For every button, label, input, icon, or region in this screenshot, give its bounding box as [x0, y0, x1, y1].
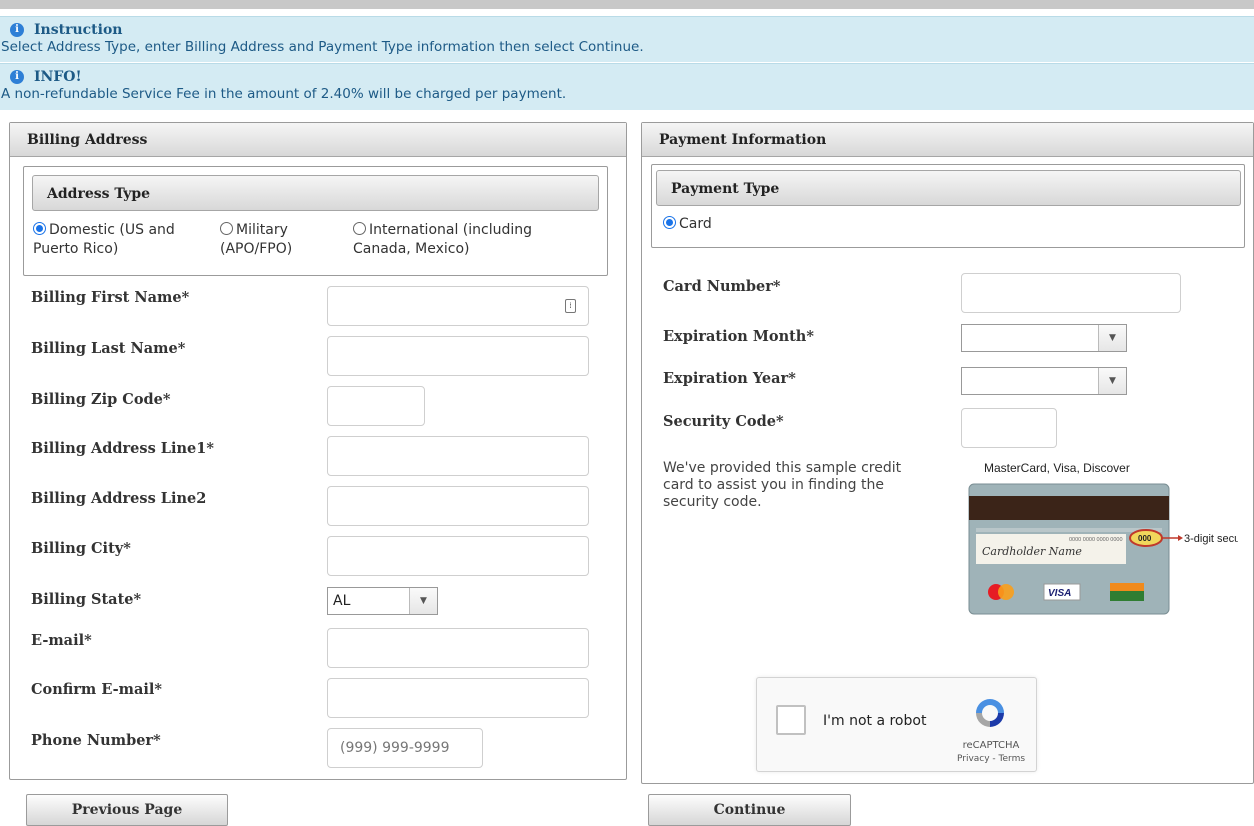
chevron-down-icon[interactable]: ▼	[409, 588, 437, 614]
recaptcha-brand: reCAPTCHA	[962, 740, 1020, 751]
billing-last-name-input[interactable]	[327, 336, 589, 376]
address-type-header: Address Type	[32, 175, 599, 211]
recaptcha-widget: I'm not a robot reCAPTCHA Privacy - Term…	[756, 677, 1037, 772]
sample-credit-card-image: MasterCard, Visa, Discover 0000 0000 000…	[968, 461, 1238, 615]
chevron-down-icon[interactable]: ▼	[1098, 368, 1126, 394]
expiration-month-label: Expiration Month*	[663, 328, 814, 345]
contact-card-icon[interactable]: ⁞	[565, 299, 576, 313]
billing-state-value: AL	[333, 593, 351, 609]
radio-unchecked-icon[interactable]	[353, 222, 366, 235]
card-brands-caption: MasterCard, Visa, Discover	[984, 461, 1130, 475]
info-icon: i	[10, 23, 24, 37]
chevron-down-icon[interactable]: ▼	[1098, 325, 1126, 351]
info-message: A non-refundable Service Fee in the amou…	[1, 86, 567, 102]
recaptcha-checkbox[interactable]	[776, 705, 806, 735]
billing-zip-label: Billing Zip Code*	[31, 391, 171, 408]
instruction-notice: i Instruction Select Address Type, enter…	[0, 16, 1254, 62]
radio-military[interactable]: Military (APO/FPO)	[220, 221, 292, 259]
expiration-year-label: Expiration Year*	[663, 370, 796, 387]
billing-address2-input[interactable]	[327, 486, 589, 526]
email-label: E-mail*	[31, 632, 92, 649]
billing-last-name-label: Billing Last Name*	[31, 340, 186, 357]
radio-checked-icon[interactable]	[663, 216, 676, 229]
recaptcha-privacy-terms[interactable]: Privacy - Terms	[946, 754, 1036, 764]
confirm-email-input[interactable]	[327, 678, 589, 718]
expiration-month-select[interactable]: ▼	[961, 324, 1127, 352]
visa-logo: VISA	[1048, 588, 1071, 599]
cvv-sample: 000	[1138, 534, 1152, 543]
billing-city-label: Billing City*	[31, 540, 131, 557]
billing-address1-input[interactable]	[327, 436, 589, 476]
recaptcha-logo-icon	[976, 699, 1004, 727]
card-number-input[interactable]	[961, 273, 1181, 313]
radio-card[interactable]: Card	[663, 215, 712, 234]
sample-card-description: We've provided this sample credit card t…	[663, 460, 902, 510]
billing-address-header: Billing Address	[10, 123, 626, 157]
billing-address2-label: Billing Address Line2	[31, 490, 207, 507]
card-number-label: Card Number*	[663, 278, 781, 295]
security-code-input[interactable]	[961, 408, 1057, 448]
info-title: INFO!	[34, 69, 82, 85]
radio-domestic[interactable]: Domestic (US and Puerto Rico)	[33, 221, 175, 259]
billing-address1-label: Billing Address Line1*	[31, 440, 214, 457]
recaptcha-label: I'm not a robot	[823, 713, 927, 729]
payment-information-header: Payment Information	[642, 123, 1253, 157]
radio-unchecked-icon[interactable]	[220, 222, 233, 235]
instruction-title: Instruction	[34, 22, 123, 38]
top-divider	[0, 0, 1254, 9]
cardholder-name: Cardholder Name	[982, 545, 1082, 558]
billing-state-label: Billing State*	[31, 591, 142, 608]
phone-label: Phone Number*	[31, 732, 161, 749]
payment-type-header: Payment Type	[656, 170, 1241, 206]
previous-page-button[interactable]: Previous Page	[26, 794, 228, 826]
expiration-year-select[interactable]: ▼	[961, 367, 1127, 395]
billing-first-name-label: Billing First Name*	[31, 289, 190, 306]
confirm-email-label: Confirm E-mail*	[31, 681, 163, 698]
billing-first-name-input[interactable]: ⁞	[327, 286, 589, 326]
phone-input[interactable]: (999) 999-9999	[327, 728, 483, 768]
email-input[interactable]	[327, 628, 589, 668]
radio-checked-icon[interactable]	[33, 222, 46, 235]
billing-state-select[interactable]: AL ▼	[327, 587, 438, 615]
security-code-callout: 3-digit security code	[1184, 533, 1238, 545]
billing-zip-input[interactable]	[327, 386, 425, 426]
continue-button[interactable]: Continue	[648, 794, 851, 826]
instruction-message: Select Address Type, enter Billing Addre…	[1, 39, 644, 55]
billing-city-input[interactable]	[327, 536, 589, 576]
security-code-label: Security Code*	[663, 413, 784, 430]
info-icon: i	[10, 70, 24, 84]
radio-international[interactable]: International (including Canada, Mexico)	[353, 221, 532, 259]
card-number-sample: 0000 0000 0000 0000	[1069, 537, 1123, 543]
info-notice: i INFO! A non-refundable Service Fee in …	[0, 63, 1254, 110]
